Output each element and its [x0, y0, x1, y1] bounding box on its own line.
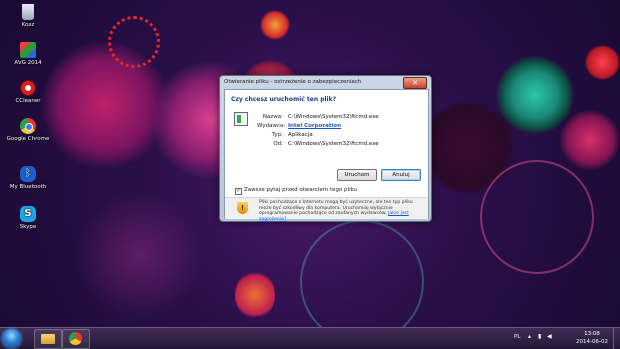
desktop-icon-avg[interactable]: AVG 2014	[6, 42, 50, 66]
desktop-icon-my-bluetooth[interactable]: ᛒ My Bluetooth	[6, 166, 50, 190]
cancel-button[interactable]: Anuluj	[381, 169, 421, 181]
windows-explorer-icon	[41, 334, 55, 344]
application-file-icon	[234, 112, 248, 126]
desktop-icon-skype[interactable]: S Skype	[6, 206, 50, 230]
wallpaper-teal-ring	[495, 55, 575, 135]
desktop-icon-google-chrome[interactable]: Google Chrome	[6, 118, 50, 142]
taskbar: PL ▴ ▮ ◀ 13:08 2014-06-02	[0, 327, 620, 349]
skype-icon: S	[20, 206, 36, 222]
wallpaper-orb	[560, 110, 620, 170]
desktop-icon-label: CCleaner	[15, 98, 41, 104]
publisher-link[interactable]: Intel Corporation	[288, 123, 341, 129]
volume-icon[interactable]: ◀	[547, 333, 552, 340]
clock-date: 2014-06-02	[576, 339, 608, 345]
show-desktop-button[interactable]	[613, 328, 620, 349]
desktop-icon-label: Skype	[19, 224, 37, 230]
avg-icon	[20, 42, 36, 58]
desktop-icon-label: Kosz	[21, 22, 35, 28]
chrome-icon	[69, 332, 82, 345]
clock[interactable]: 13:08 2014-06-02	[576, 330, 608, 346]
wallpaper-red-ring	[108, 16, 160, 68]
wallpaper-ring	[300, 220, 424, 327]
wallpaper-red-orb	[585, 45, 620, 80]
always-ask-label[interactable]: Zawsze pytaj przed otwarciem tego pliku	[244, 187, 357, 193]
clock-time: 13:08	[584, 331, 600, 337]
network-icon[interactable]: ▮	[538, 333, 541, 340]
wallpaper-orb	[235, 270, 275, 320]
field-label-publisher: Wydawca:	[257, 123, 286, 129]
show-hidden-icons-icon[interactable]: ▴	[528, 333, 531, 340]
taskbar-explorer-button[interactable]	[34, 329, 62, 349]
dialog-content: Czy chcesz uruchomić ten plik? Nazwa: C:…	[224, 89, 429, 222]
desktop-icon-label: My Bluetooth	[9, 184, 47, 190]
language-indicator[interactable]: PL	[514, 334, 520, 340]
desktop-icon-recycle-bin[interactable]: Kosz	[6, 4, 50, 28]
field-label-from: Od:	[273, 141, 283, 147]
security-warning-dialog: Otwieranie pliku - ostrzeżenie o zabezpi…	[219, 75, 432, 222]
bluetooth-icon: ᛒ	[20, 166, 36, 182]
field-value-from: C:\Windows\System32\ftcmd.exe	[288, 141, 379, 147]
wallpaper-swirl	[70, 185, 210, 325]
warning-text: Pliki pochodzące z Internetu mogą być uż…	[259, 200, 423, 222]
warning-footer: ! Pliki pochodzące z Internetu mogą być …	[225, 197, 428, 222]
dialog-question: Czy chcesz uruchomić ten plik?	[231, 96, 337, 103]
dialog-title-bar[interactable]: Otwieranie pliku - ostrzeżenie o zabezpi…	[220, 76, 431, 89]
shield-warning-icon: !	[237, 202, 248, 214]
dialog-title: Otwieranie pliku - ostrzeżenie o zabezpi…	[224, 79, 362, 85]
taskbar-chrome-button[interactable]	[62, 329, 90, 349]
desktop-icon-label: Google Chrome	[6, 136, 50, 142]
run-button[interactable]: Uruchom	[337, 169, 377, 181]
field-value-name: C:\Windows\System32\ftcmd.exe	[288, 114, 379, 120]
desktop-icon-ccleaner[interactable]: CCleaner	[6, 80, 50, 104]
always-ask-checkbox[interactable]: ✓	[235, 188, 242, 195]
wallpaper-orb	[260, 10, 290, 40]
field-label-name: Nazwa:	[262, 114, 283, 120]
recycle-bin-icon	[22, 4, 34, 20]
field-label-type: Typ:	[271, 132, 283, 138]
ccleaner-icon	[20, 80, 36, 96]
chrome-icon	[20, 118, 36, 134]
wallpaper-ring	[480, 160, 594, 274]
desktop-icon-label: AVG 2014	[14, 60, 42, 66]
field-value-type: Aplikacja	[288, 132, 313, 138]
start-button[interactable]	[2, 329, 21, 348]
close-icon: ✕	[412, 79, 418, 87]
close-button[interactable]: ✕	[403, 77, 427, 89]
system-tray: PL ▴ ▮ ◀ 13:08 2014-06-02	[510, 328, 620, 349]
